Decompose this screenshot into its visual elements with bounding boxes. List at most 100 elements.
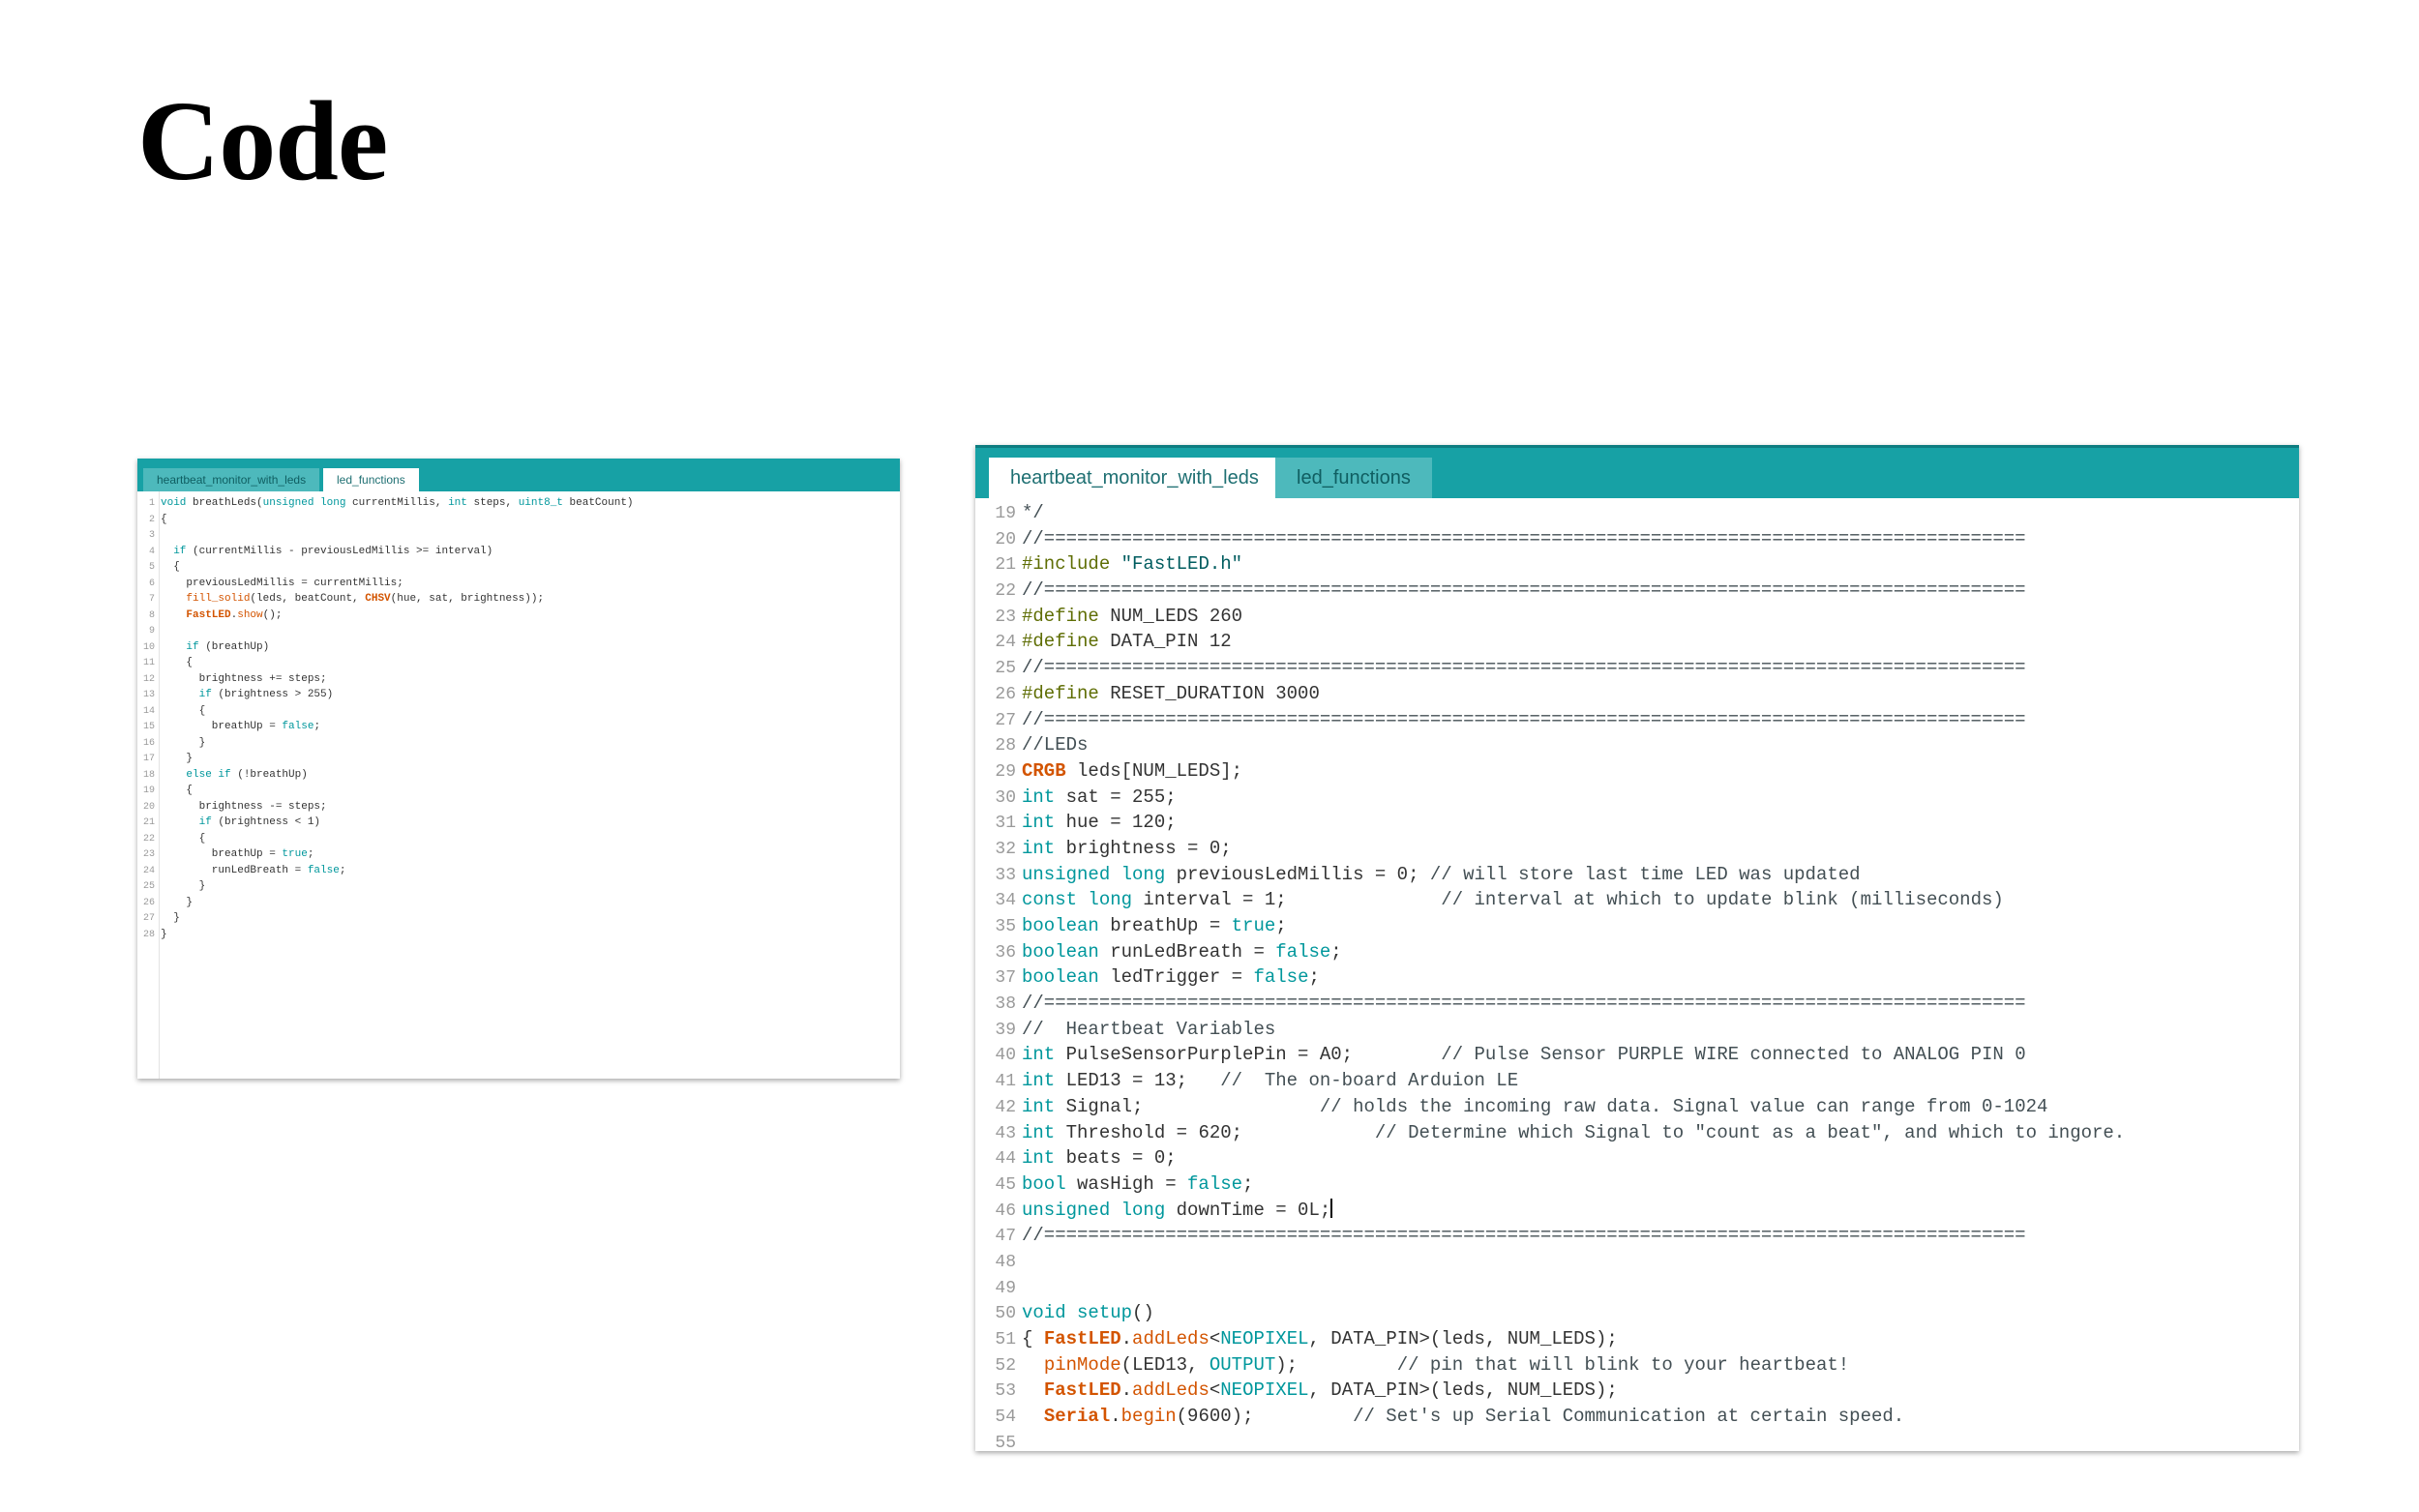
- code-token: (!breathUp): [230, 768, 308, 781]
- line-number: 2: [148, 514, 155, 525]
- code-line: 26 #define RESET_DURATION 3000: [975, 681, 2125, 707]
- code-token: runLedBreath =: [1098, 940, 1276, 963]
- code-token: , DATA_PIN>(leds, NUM_LEDS);: [1308, 1328, 1618, 1349]
- line-number: 53: [995, 1381, 1016, 1402]
- tab-heartbeat-monitor-with-leds[interactable]: heartbeat_monitor_with_leds: [989, 458, 1280, 498]
- code-token: {: [1022, 1328, 1044, 1349]
- code-token: <: [1209, 1379, 1221, 1402]
- code-line: 7 fill_solid(leds, beatCount, CHSV(hue, …: [137, 591, 634, 608]
- code-line: 23 #define NUM_LEDS 260: [975, 604, 2125, 630]
- line-number: 21: [995, 555, 1016, 576]
- tab-led-functions[interactable]: led_functions: [1275, 458, 1432, 498]
- code-token: int: [1022, 812, 1056, 834]
- code-line: 39 // Heartbeat Variables: [975, 1017, 2125, 1043]
- code-token: const long: [1022, 889, 1133, 911]
- code-token: ;: [1308, 966, 1320, 989]
- code-token: int: [1022, 837, 1056, 859]
- code-token: FastLED: [1043, 1379, 1121, 1402]
- code-editor[interactable]: 1 void breathLeds(unsigned long currentMi…: [137, 491, 900, 1079]
- code-line: 51 { FastLED.addLeds<NEOPIXEL, DATA_PIN>(…: [975, 1326, 2125, 1352]
- code-line: 24 runLedBreath = false;: [137, 863, 634, 879]
- code-token: beats = 0;: [1055, 1147, 1177, 1170]
- line-number: 47: [995, 1227, 1016, 1247]
- code-line: 37 boolean ledTrigger = false;: [975, 964, 2125, 991]
- code-token: breathLeds(: [186, 497, 263, 509]
- code-token: steps,: [466, 497, 519, 509]
- code-token: int: [448, 497, 467, 509]
- code-line: 13 if (brightness > 255): [137, 687, 634, 703]
- code-token: sat = 255;: [1055, 786, 1177, 808]
- tab-heartbeat-monitor-with-leds[interactable]: heartbeat_monitor_with_leds: [143, 468, 320, 491]
- code-token: Threshold = 620;: [1055, 1121, 1375, 1143]
- line-number: 51: [995, 1330, 1016, 1349]
- code-token: false: [282, 721, 314, 732]
- small-ide-window: heartbeat_monitor_with_leds led_function…: [137, 459, 900, 1079]
- line-number: 14: [142, 705, 155, 717]
- code-token: {: [161, 657, 194, 668]
- code-line: 24 #define DATA_PIN 12: [975, 629, 2125, 655]
- code-token: // interval at which to update blink (mi…: [1441, 889, 2004, 911]
- line-number: 38: [995, 994, 1016, 1015]
- large-ide-window: heartbeat_monitor_with_leds led_function…: [975, 445, 2299, 1451]
- line-number: 54: [995, 1408, 1016, 1428]
- line-number: 44: [995, 1149, 1016, 1170]
- code-token: if: [173, 545, 187, 557]
- tab-led-functions[interactable]: led_functions: [323, 468, 419, 491]
- code-line: 42 int Signal; // holds the incoming raw …: [975, 1094, 2125, 1120]
- line-number: 10: [142, 641, 155, 653]
- code-line: 19 */: [975, 500, 2125, 526]
- code-line: 46 unsigned long downTime = 0L;: [975, 1198, 2125, 1224]
- code-line: 20 brightness -= steps;: [137, 799, 634, 815]
- code-line: 31 int hue = 120;: [975, 810, 2125, 836]
- tab-bar: heartbeat_monitor_with_leds led_function…: [975, 445, 2299, 498]
- code-token: {: [161, 513, 167, 525]
- code-token: int: [1022, 1095, 1056, 1117]
- code-token: previousLedMillis = 0;: [1165, 863, 1430, 885]
- code-token: NEOPIXEL: [1220, 1328, 1309, 1349]
- code-token: ;: [1275, 915, 1287, 936]
- code-line: 50 void setup(): [975, 1300, 2125, 1326]
- line-number: 35: [995, 917, 1016, 936]
- line-number: 41: [995, 1072, 1016, 1092]
- line-number: 17: [142, 754, 155, 764]
- code-area: 1 void breathLeds(unsigned long currentMi…: [137, 495, 634, 942]
- line-number: 24: [995, 633, 1016, 653]
- line-number: 33: [995, 865, 1016, 885]
- code-editor[interactable]: 19 */ 20 //================================…: [975, 498, 2299, 1451]
- line-number: 45: [995, 1174, 1016, 1195]
- line-number: 28: [142, 929, 155, 940]
- line-number: 20: [142, 801, 155, 813]
- code-token: #define: [1022, 631, 1099, 653]
- line-number: 22: [142, 833, 155, 845]
- line-number: 49: [995, 1278, 1016, 1298]
- code-line: 52 pinMode(LED13, OUTPUT); // pin that w…: [975, 1352, 2125, 1379]
- code-token: .: [1110, 1406, 1121, 1428]
- code-line: 33 unsigned long previousLedMillis = 0; /…: [975, 862, 2125, 888]
- code-line: 55: [975, 1430, 2125, 1451]
- code-token: //======================================…: [1022, 708, 2026, 730]
- code-token: if: [198, 816, 212, 828]
- code-line: 28 //LEDs: [975, 732, 2125, 758]
- code-token: */: [1022, 502, 1044, 523]
- code-token: brightness += steps;: [161, 672, 327, 685]
- code-token: false: [1253, 966, 1309, 989]
- line-number: 23: [995, 607, 1016, 627]
- code-line: 1 void breathLeds(unsigned long currentMi…: [137, 495, 634, 512]
- code-line: 15 breathUp = false;: [137, 719, 634, 735]
- line-number: 37: [995, 968, 1016, 989]
- code-token: Signal;: [1055, 1095, 1320, 1117]
- line-number: 27: [995, 710, 1016, 730]
- code-line: 6 previousLedMillis = currentMillis;: [137, 576, 634, 592]
- code-token: Serial: [1043, 1406, 1111, 1428]
- code-line: 25 }: [137, 878, 634, 895]
- code-token: (currentMillis - previousLedMillis >= in…: [186, 545, 493, 557]
- code-token: {: [161, 832, 206, 845]
- code-token: uint8_t: [518, 497, 563, 509]
- code-area: 19 */ 20 //================================…: [975, 500, 2125, 1451]
- code-token: // will store last time LED was updated: [1429, 863, 1861, 885]
- code-token: //======================================…: [1022, 527, 2026, 549]
- code-token: int: [1022, 1147, 1056, 1170]
- code-line: 40 int PulseSensorPurplePin = A0; // Puls…: [975, 1042, 2125, 1068]
